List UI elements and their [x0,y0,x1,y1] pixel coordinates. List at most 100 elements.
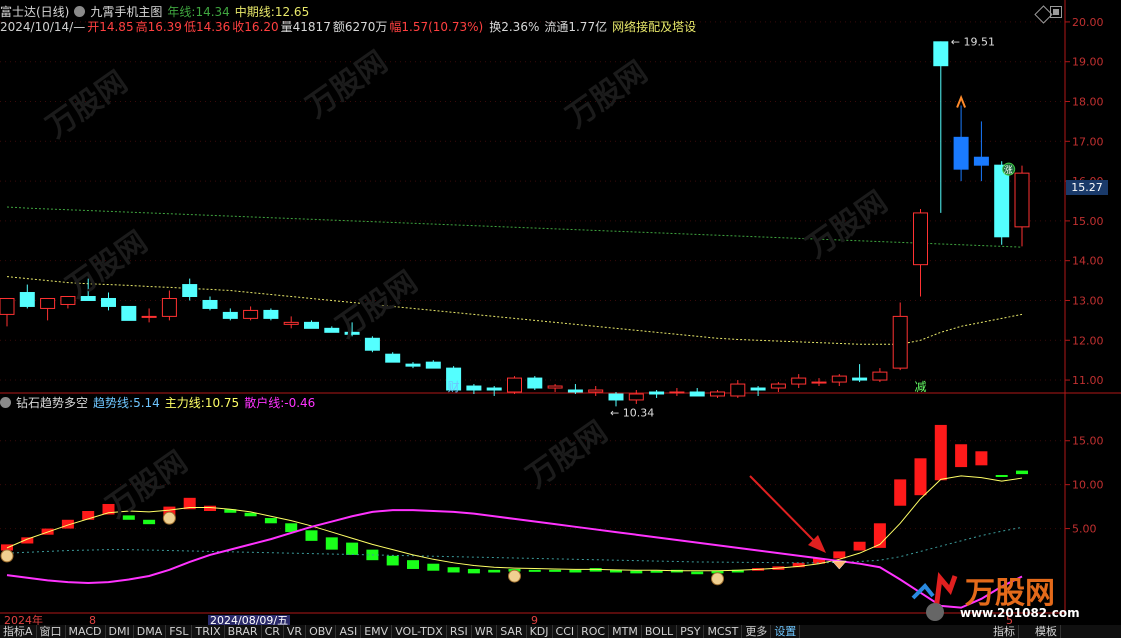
tab-15[interactable]: WR [472,625,498,638]
y-tick-label: 14.00 [1072,255,1104,268]
volume: 量41817 [280,20,331,34]
candle-body [730,383,746,397]
candle-body [588,389,604,393]
indicator-bar [914,458,927,496]
high: 高16.39 [135,20,182,34]
candle-body [0,297,15,315]
candle-body [466,385,482,391]
retail-label: 散户线: [244,396,285,410]
main-header-line1: 富士达(日线) 九霄手机主图 年线:14.34 中期线:12.65 [0,5,314,20]
tab-8[interactable]: CR [262,625,284,638]
indicator-bar [934,424,947,481]
candle-body [425,361,441,369]
main-header-line2: 2024/10/14/— 开14.85 高16.39 低14.36 收16.20 量418… [0,20,701,35]
candle-body [364,337,380,351]
candle-body [669,391,685,394]
candle-body [710,391,725,397]
tab-7[interactable]: BRAR [225,625,262,638]
y-tick-label: 19.00 [1072,56,1104,69]
settings-icon[interactable] [74,6,86,17]
brand-logo: 万股网 www.201082.com [905,568,1105,626]
tab-5[interactable]: FSL [166,625,193,638]
candle-body [831,375,847,383]
tab-20[interactable]: MTM [609,625,642,638]
tab-1[interactable]: 窗口 [37,625,66,638]
indicator-bar [427,563,440,571]
candle-body [791,377,807,385]
low-marker: ← 10.34 [610,406,654,419]
indicator-tab-bar: 指标A 窗口 MACD DMI DMA FSL TRIX BRAR CR VR OBV ASI EMV V… [0,625,1121,638]
midline-value: 12.65 [274,5,310,19]
trend-value: 5.14 [133,396,160,410]
candle-body [161,297,177,317]
y-tick-label: 15.00 [1072,215,1104,228]
candle-body [527,377,543,389]
tab-template[interactable]: 模板 [1032,625,1061,638]
tab-0[interactable]: 指标A [0,625,37,638]
candle-body [40,297,56,309]
tab-19[interactable]: ROC [578,625,610,638]
indicator-bar [650,570,663,573]
candle-body [649,391,665,395]
tab-11[interactable]: ASI [336,625,362,638]
tab-12[interactable]: EMV [361,625,393,638]
tab-21[interactable]: BOLL [642,625,678,638]
tab-4[interactable]: DMA [134,625,167,638]
cai-marker: 财 [448,380,460,394]
candle-body [750,387,766,391]
money-bag-icon [162,511,176,525]
y-tick-label: 17.00 [1072,135,1104,148]
yearline-value: 14.34 [195,5,230,19]
tab-6[interactable]: TRIX [192,625,225,638]
indicator-bar [833,551,846,559]
indicator-bar [407,560,419,569]
concept-link[interactable]: 网络接配及塔设 [612,20,696,34]
change: 幅1.57(10.73%) [389,20,484,34]
tab-2[interactable]: MACD [66,625,106,638]
indicator-bar [630,570,643,574]
indicator-name[interactable]: 九霄手机主图 [90,5,162,19]
tab-23[interactable]: MCST [704,625,743,638]
close: 收16.20 [232,20,279,34]
indicator-bar [264,518,277,524]
tab-14[interactable]: RSI [447,625,472,638]
candle-body [486,387,502,391]
sub-indicator-name[interactable]: 钻石趋势多空 [16,396,88,410]
tab-16[interactable]: SAR [497,625,527,638]
candle-body [547,385,563,389]
candle-body [324,327,340,333]
tab-13[interactable]: VOL-TDX [392,625,447,638]
jian-marker: 减 [915,380,927,394]
money-bag-icon [711,572,724,586]
candle-body [608,393,624,401]
candle-body [567,389,583,393]
indicator-bar [305,530,318,541]
indicator-bar [488,569,501,573]
indicator-bar [995,474,1008,477]
turnover: 换2.36% [489,20,540,34]
candle-body [182,284,198,297]
indicator-bar [386,555,399,566]
mid-line [6,276,1023,345]
diamond-signal-icon [831,560,847,570]
zhang-marker: 涨 [1004,165,1013,176]
tab-settings[interactable]: 设置 [771,625,801,638]
sub-y-tick-label: 10.00 [1072,479,1104,492]
candle-body [953,136,969,170]
settings-icon[interactable] [0,397,11,408]
stock-name[interactable]: 富士达(日线) [0,5,69,19]
tab-9[interactable]: VR [284,625,307,638]
candle-body [872,371,888,381]
tab-17[interactable]: KDJ [527,625,553,638]
tab-10[interactable]: OBV [306,625,337,638]
window-icon[interactable] [1050,6,1062,18]
tab-indicator[interactable]: 指标 [990,625,1019,638]
tab-18[interactable]: CCI [553,625,579,638]
tab-3[interactable]: DMI [106,625,134,638]
candle-body [385,353,401,363]
tab-22[interactable]: PSY [677,625,705,638]
tab-more[interactable]: 更多 [742,625,772,638]
money-bag-icon [508,569,521,583]
candle-body [507,377,522,393]
candle-body [852,377,868,381]
